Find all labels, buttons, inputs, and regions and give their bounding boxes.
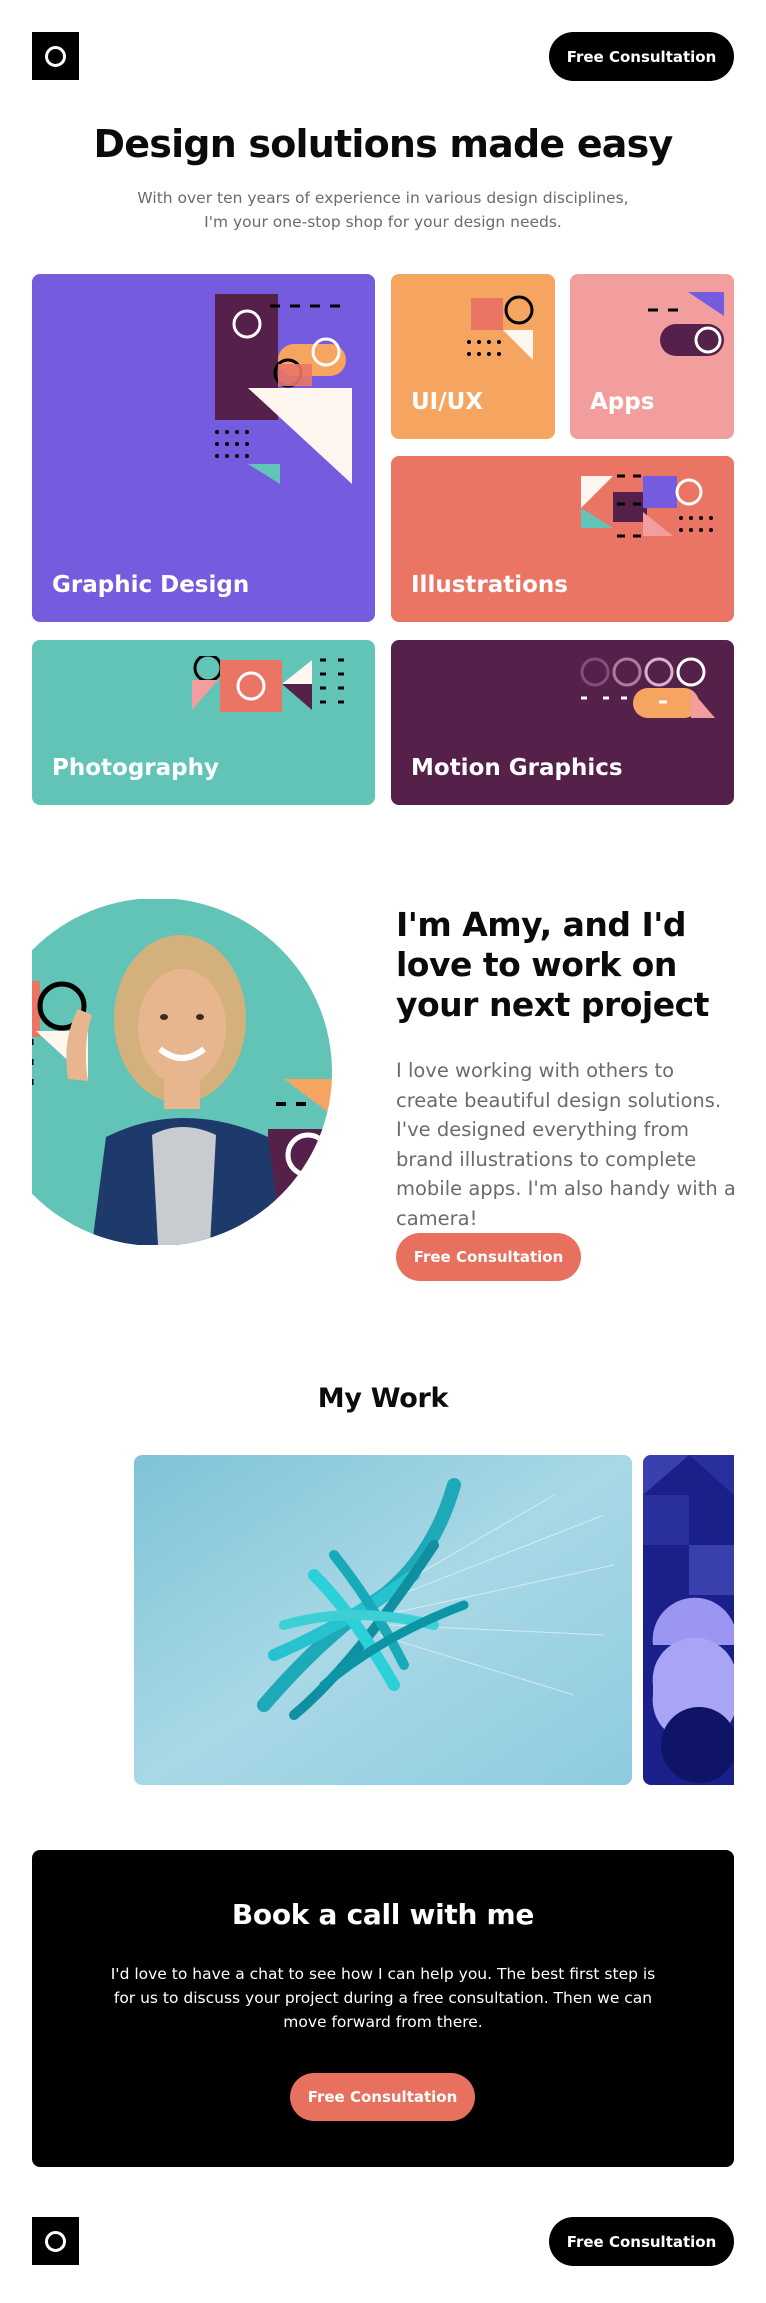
logo[interactable] [32, 32, 79, 80]
apps-illustration [648, 292, 724, 356]
service-card-ui-ux[interactable]: UI/UX [391, 274, 555, 439]
work-image-1 [134, 1455, 632, 1785]
about-cta-button[interactable]: Free Consultation [396, 1233, 581, 1281]
service-card-illustrations[interactable]: Illustrations [391, 456, 734, 622]
profile-photo-image [32, 899, 332, 1245]
book-call-heading: Book a call with me [231, 1898, 535, 1931]
service-card-apps[interactable]: Apps [570, 274, 734, 439]
motion-graphics-illustration [580, 657, 715, 718]
service-label: Apps [590, 389, 655, 415]
footer-cta-button[interactable]: Free Consultation [549, 2217, 734, 2266]
book-call-body: I'd love to have a chat to see how I can… [110, 1965, 656, 2031]
service-card-photography[interactable]: Photography [32, 640, 375, 805]
service-label: Graphic Design [52, 572, 250, 598]
service-label: Illustrations [411, 572, 568, 598]
work-image-glass-sculpture[interactable] [134, 1455, 632, 1785]
profile-photo [32, 899, 332, 1245]
hero-subtitle: With over ten years of experience in var… [137, 189, 629, 231]
service-label: Photography [52, 755, 219, 781]
service-card-motion-graphics[interactable]: Motion Graphics [391, 640, 734, 805]
illustrations-illustration [581, 474, 713, 538]
service-label: Motion Graphics [411, 755, 623, 781]
service-card-graphic-design[interactable]: Graphic Design [32, 274, 375, 622]
about-body: I love working with others to create bea… [396, 1059, 736, 1230]
footer-logo[interactable] [32, 2217, 79, 2265]
header-cta-button[interactable]: Free Consultation [549, 32, 734, 81]
work-image-2 [643, 1455, 734, 1785]
circle-logo-icon [45, 45, 66, 67]
book-call-section: Book a call with me I'd love to have a c… [32, 1850, 734, 2167]
book-call-cta-button[interactable]: Free Consultation [290, 2073, 475, 2121]
work-image-geometric[interactable] [643, 1455, 734, 1785]
graphic-design-illustration [215, 294, 352, 484]
photography-illustration [192, 656, 344, 712]
service-label: UI/UX [411, 389, 484, 415]
ui-ux-illustration [467, 295, 534, 360]
my-work-heading: My Work [317, 1383, 449, 1414]
hero-title: Design solutions made easy [93, 122, 674, 166]
circle-logo-icon [45, 2230, 66, 2252]
about-heading: I'm Amy, and I'd love to work on your ne… [396, 905, 709, 1024]
